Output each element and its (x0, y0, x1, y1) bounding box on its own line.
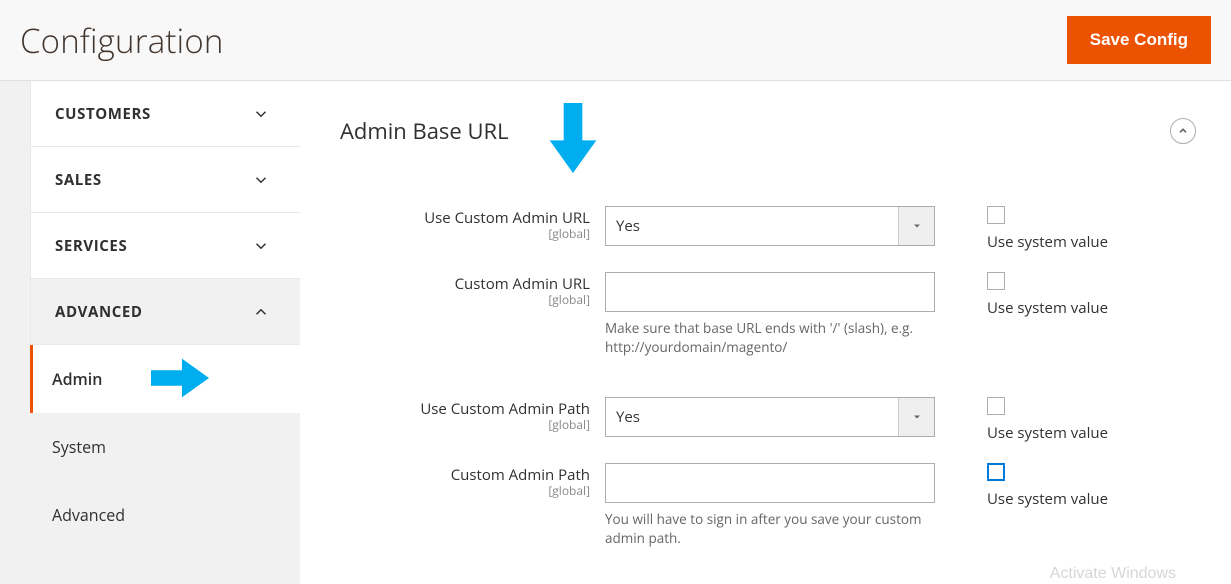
scope-text: [global] (340, 293, 590, 307)
use-system-value-group: Use system value (935, 463, 1108, 509)
use-system-value-checkbox[interactable] (987, 463, 1005, 481)
sidebar-group-label: ADVANCED (55, 302, 143, 322)
save-config-button[interactable]: Save Config (1067, 16, 1211, 64)
field-row-custom-admin-url: Custom Admin URL [global] Make sure that… (340, 272, 1196, 357)
use-custom-admin-url-select[interactable]: Yes (605, 206, 935, 246)
sidebar-group-customers[interactable]: CUSTOMERS (30, 81, 300, 147)
chevron-down-icon (252, 105, 270, 123)
page-title: Configuration (20, 18, 224, 63)
field-label: Use Custom Admin URL [global] (340, 206, 605, 241)
dropdown-arrow-icon (898, 207, 934, 245)
custom-admin-url-input[interactable] (605, 272, 935, 312)
field-label: Custom Admin URL [global] (340, 272, 605, 307)
field-control: You will have to sign in after you save … (605, 463, 935, 548)
use-system-value-label: Use system value (987, 489, 1108, 509)
use-system-value-label: Use system value (987, 298, 1108, 318)
field-row-use-custom-admin-path: Use Custom Admin Path [global] Yes Use s… (340, 397, 1196, 443)
chevron-up-icon (252, 303, 270, 321)
sidebar-item-advanced[interactable]: Advanced (30, 481, 300, 549)
section-title: Admin Base URL (340, 116, 509, 146)
field-control: Yes (605, 397, 935, 437)
field-row-use-custom-admin-url: Use Custom Admin URL [global] Yes Use sy… (340, 206, 1196, 252)
field-hint: Make sure that base URL ends with '/' (s… (605, 319, 925, 357)
sidebar-group-label: SERVICES (55, 236, 127, 256)
scope-text: [global] (340, 484, 590, 498)
chevron-down-icon (252, 237, 270, 255)
sidebar-item-system[interactable]: System (30, 413, 300, 481)
use-system-value-group: Use system value (935, 206, 1108, 252)
select-value: Yes (616, 407, 640, 427)
use-system-value-label: Use system value (987, 232, 1108, 252)
sidebar: CUSTOMERS SALES SERVICES ADVANCED Admin (0, 81, 300, 584)
use-system-value-checkbox[interactable] (987, 206, 1005, 224)
main-panel: Admin Base URL Use Custom Admin URL [glo… (300, 81, 1231, 584)
page-header: Configuration Save Config (0, 0, 1231, 81)
annotation-arrow-down-icon (545, 103, 601, 173)
custom-admin-path-input[interactable] (605, 463, 935, 503)
field-control: Make sure that base URL ends with '/' (s… (605, 272, 935, 357)
use-system-value-group: Use system value (935, 397, 1108, 443)
use-system-value-checkbox[interactable] (987, 397, 1005, 415)
collapse-toggle-button[interactable] (1170, 118, 1196, 144)
use-custom-admin-path-select[interactable]: Yes (605, 397, 935, 437)
annotation-arrow-right-icon (151, 357, 209, 399)
sidebar-item-label: System (52, 436, 106, 458)
sidebar-item-label: Admin (52, 368, 102, 390)
sidebar-group-label: CUSTOMERS (55, 104, 151, 124)
sidebar-item-label: Advanced (52, 504, 125, 526)
field-row-custom-admin-path: Custom Admin Path [global] You will have… (340, 463, 1196, 548)
dropdown-arrow-icon (898, 398, 934, 436)
use-system-value-group: Use system value (935, 272, 1108, 318)
sidebar-group-services[interactable]: SERVICES (30, 213, 300, 279)
section-header[interactable]: Admin Base URL (340, 116, 1196, 146)
scope-text: [global] (340, 418, 590, 432)
chevron-down-icon (252, 171, 270, 189)
field-label: Use Custom Admin Path [global] (340, 397, 605, 432)
sidebar-group-sales[interactable]: SALES (30, 147, 300, 213)
select-value: Yes (616, 216, 640, 236)
scope-text: [global] (340, 227, 590, 241)
sidebar-group-label: SALES (55, 170, 102, 190)
field-control: Yes (605, 206, 935, 246)
sidebar-group-advanced[interactable]: ADVANCED (30, 279, 300, 345)
field-hint: You will have to sign in after you save … (605, 510, 925, 548)
use-system-value-label: Use system value (987, 423, 1108, 443)
layout: CUSTOMERS SALES SERVICES ADVANCED Admin (0, 81, 1231, 584)
field-label: Custom Admin Path [global] (340, 463, 605, 498)
sidebar-item-admin[interactable]: Admin (30, 345, 300, 413)
use-system-value-checkbox[interactable] (987, 272, 1005, 290)
